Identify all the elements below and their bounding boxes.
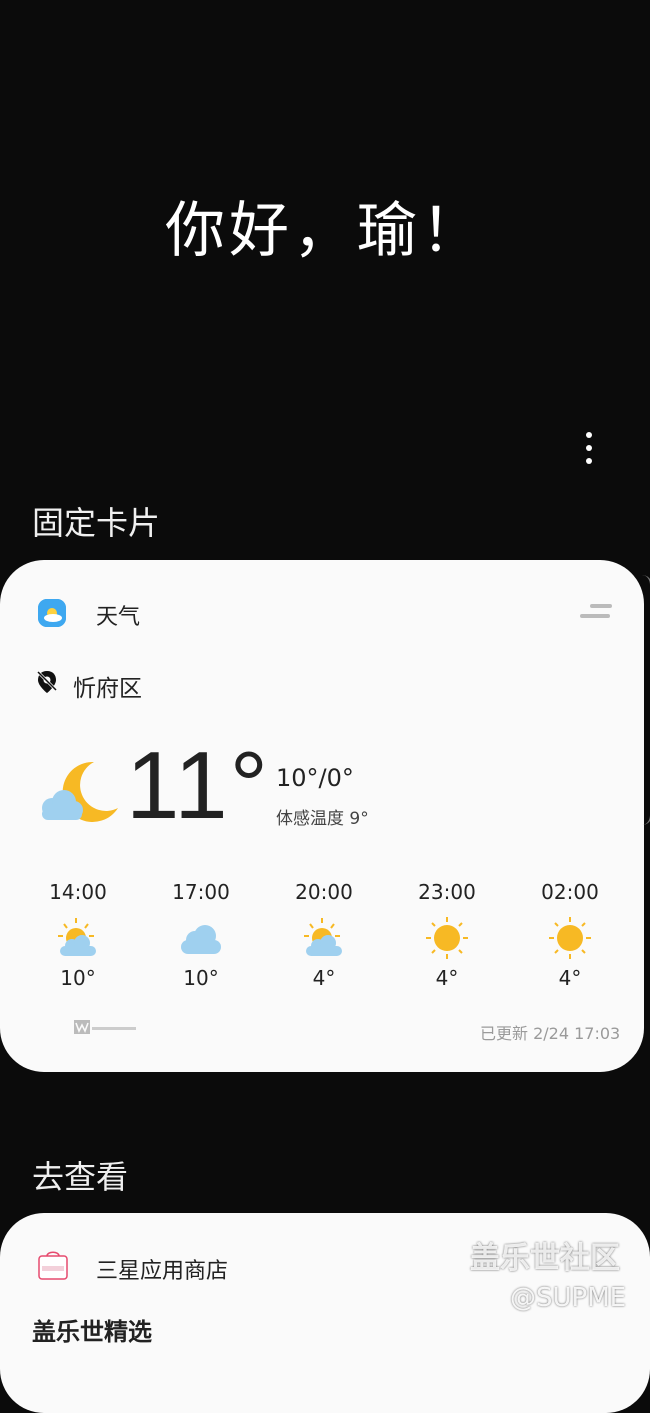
current-temperature: 11°: [126, 732, 271, 839]
galaxy-store-icon: [38, 1250, 68, 1280]
hourly-temperature: 4°: [435, 966, 459, 990]
location-label: 忻府区: [73, 676, 142, 702]
hourly-forecast-item: 02:00 4°: [520, 880, 620, 990]
hourly-temperature: 10°: [60, 966, 96, 990]
hourly-time: 20:00: [295, 880, 353, 904]
hourly-temperature: 4°: [558, 966, 582, 990]
pinned-section-title: 固定卡片: [32, 504, 161, 542]
moon-cloud-icon: [38, 760, 120, 826]
sun-icon: [426, 917, 468, 959]
community-watermark: 盖乐世社区: [470, 1241, 620, 1276]
hourly-forecast-item: 23:00 4°: [397, 880, 497, 990]
explore-section-title: 去查看: [32, 1158, 129, 1196]
author-watermark: @SUPME: [510, 1283, 627, 1313]
hourly-time: 17:00: [172, 880, 230, 904]
hourly-forecast-item: 20:00 4°: [274, 880, 374, 990]
hourly-time: 23:00: [418, 880, 476, 904]
location-off-icon: [36, 670, 58, 694]
galaxy-picks-title: 盖乐世精选: [32, 1318, 152, 1346]
hourly-time: 02:00: [541, 880, 599, 904]
hourly-time: 14:00: [49, 880, 107, 904]
sun-icon: [549, 917, 591, 959]
weather-app-label: 天气: [96, 605, 141, 630]
hourly-forecast-item: 14:00 10°: [28, 880, 128, 990]
galaxy-store-label: 三星应用商店: [96, 1259, 229, 1284]
more-options-icon[interactable]: [578, 432, 600, 464]
card-scroll-edge: [642, 575, 650, 825]
hourly-temperature: 10°: [183, 966, 219, 990]
last-updated-time: 已更新 2/24 17:03: [480, 1024, 621, 1043]
weather-app-icon: [38, 599, 66, 627]
cloud-icon: [181, 925, 221, 954]
sun-cloud-icon: [304, 918, 342, 956]
weathernews-logo: [74, 1018, 138, 1038]
hourly-forecast-item: 17:00 10°: [151, 880, 251, 990]
collapse-card-icon[interactable]: [580, 602, 612, 622]
greeting-title: 你好，瑜！: [165, 196, 485, 266]
high-low-temperature: 10°/0°: [276, 764, 354, 792]
sun-cloud-icon: [58, 918, 96, 956]
hourly-temperature: 4°: [312, 966, 336, 990]
feels-like-temperature: 体感温度 9°: [276, 809, 369, 829]
